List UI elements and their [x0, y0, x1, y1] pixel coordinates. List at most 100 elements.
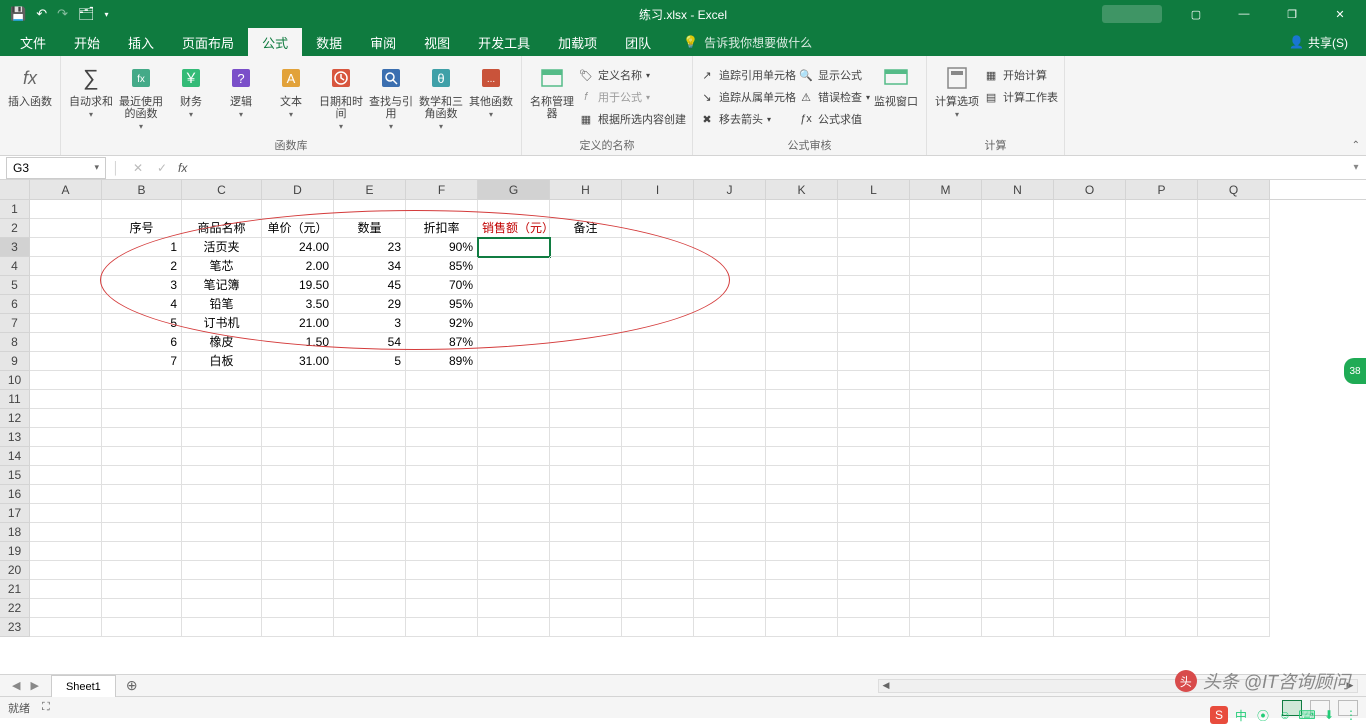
row-header-17[interactable]: 17 [0, 504, 30, 523]
cell-N9[interactable] [982, 352, 1054, 371]
cell-P19[interactable] [1126, 542, 1198, 561]
cell-C19[interactable] [182, 542, 262, 561]
cell-K17[interactable] [766, 504, 838, 523]
cell-L18[interactable] [838, 523, 910, 542]
cell-G23[interactable] [478, 618, 550, 637]
cell-N11[interactable] [982, 390, 1054, 409]
cell-H9[interactable] [550, 352, 622, 371]
cell-H3[interactable] [550, 238, 622, 257]
cell-K3[interactable] [766, 238, 838, 257]
cell-B21[interactable] [102, 580, 182, 599]
define-name-button[interactable]: 🏷定义名称▾ [578, 64, 686, 86]
tell-me-search[interactable]: 💡 告诉我你想要做什么 [683, 34, 812, 51]
cell-O10[interactable] [1054, 371, 1126, 390]
cell-H2[interactable]: 备注 [550, 219, 622, 238]
cell-N1[interactable] [982, 200, 1054, 219]
cell-C18[interactable] [182, 523, 262, 542]
cell-O14[interactable] [1054, 447, 1126, 466]
cell-D13[interactable] [262, 428, 334, 447]
cell-L12[interactable] [838, 409, 910, 428]
cell-K11[interactable] [766, 390, 838, 409]
cell-H22[interactable] [550, 599, 622, 618]
cell-K15[interactable] [766, 466, 838, 485]
cell-O5[interactable] [1054, 276, 1126, 295]
cell-P21[interactable] [1126, 580, 1198, 599]
cell-A6[interactable] [30, 295, 102, 314]
cell-F6[interactable]: 95% [406, 295, 478, 314]
cell-K6[interactable] [766, 295, 838, 314]
tab-formulas[interactable]: 公式 [248, 28, 302, 56]
cell-C14[interactable] [182, 447, 262, 466]
cell-J10[interactable] [694, 371, 766, 390]
cell-L13[interactable] [838, 428, 910, 447]
cell-B19[interactable] [102, 542, 182, 561]
cell-N2[interactable] [982, 219, 1054, 238]
cell-K8[interactable] [766, 333, 838, 352]
cell-D12[interactable] [262, 409, 334, 428]
cell-D22[interactable] [262, 599, 334, 618]
row-header-2[interactable]: 2 [0, 219, 30, 238]
tab-view[interactable]: 视图 [410, 28, 464, 56]
tray-icon-rec[interactable]: ⦿ [1254, 706, 1272, 724]
cell-E21[interactable] [334, 580, 406, 599]
cell-H20[interactable] [550, 561, 622, 580]
cell-E17[interactable] [334, 504, 406, 523]
cell-K2[interactable] [766, 219, 838, 238]
cell-A11[interactable] [30, 390, 102, 409]
cell-E13[interactable] [334, 428, 406, 447]
cell-A7[interactable] [30, 314, 102, 333]
row-header-4[interactable]: 4 [0, 257, 30, 276]
cell-K18[interactable] [766, 523, 838, 542]
cell-K12[interactable] [766, 409, 838, 428]
tab-home[interactable]: 开始 [60, 28, 114, 56]
cell-F1[interactable] [406, 200, 478, 219]
column-header-B[interactable]: B [102, 180, 182, 199]
cell-K20[interactable] [766, 561, 838, 580]
row-header-5[interactable]: 5 [0, 276, 30, 295]
name-manager-button[interactable]: 名称管理器 [528, 60, 576, 120]
cell-N20[interactable] [982, 561, 1054, 580]
cell-J6[interactable] [694, 295, 766, 314]
row-header-23[interactable]: 23 [0, 618, 30, 637]
select-all-corner[interactable] [0, 180, 30, 199]
cell-H15[interactable] [550, 466, 622, 485]
cell-C15[interactable] [182, 466, 262, 485]
cell-E19[interactable] [334, 542, 406, 561]
cell-F3[interactable]: 90% [406, 238, 478, 257]
cell-F8[interactable]: 87% [406, 333, 478, 352]
cell-F4[interactable]: 85% [406, 257, 478, 276]
cell-G19[interactable] [478, 542, 550, 561]
cell-F13[interactable] [406, 428, 478, 447]
cell-J19[interactable] [694, 542, 766, 561]
cell-P17[interactable] [1126, 504, 1198, 523]
cell-B11[interactable] [102, 390, 182, 409]
row-header-15[interactable]: 15 [0, 466, 30, 485]
cell-I3[interactable] [622, 238, 694, 257]
tab-developer[interactable]: 开发工具 [464, 28, 544, 56]
cell-M8[interactable] [910, 333, 982, 352]
cell-L1[interactable] [838, 200, 910, 219]
cell-D15[interactable] [262, 466, 334, 485]
cell-C1[interactable] [182, 200, 262, 219]
cell-I13[interactable] [622, 428, 694, 447]
cell-Q5[interactable] [1198, 276, 1270, 295]
row-header-6[interactable]: 6 [0, 295, 30, 314]
cell-A8[interactable] [30, 333, 102, 352]
cell-F2[interactable]: 折扣率 [406, 219, 478, 238]
tray-icon-s[interactable]: S [1210, 706, 1228, 724]
row-header-20[interactable]: 20 [0, 561, 30, 580]
cell-J3[interactable] [694, 238, 766, 257]
cell-J8[interactable] [694, 333, 766, 352]
cell-E22[interactable] [334, 599, 406, 618]
user-badge[interactable] [1102, 5, 1162, 23]
sheet-nav-next-icon[interactable]: ▶ [26, 679, 42, 692]
cell-B15[interactable] [102, 466, 182, 485]
cell-F19[interactable] [406, 542, 478, 561]
recent-button[interactable]: fx最近使用的函数▾ [117, 60, 165, 131]
cell-Q6[interactable] [1198, 295, 1270, 314]
cell-M22[interactable] [910, 599, 982, 618]
cell-C2[interactable]: 商品名称 [182, 219, 262, 238]
collapse-ribbon-icon[interactable]: ⌃ [1352, 140, 1360, 151]
cell-B18[interactable] [102, 523, 182, 542]
cell-Q3[interactable] [1198, 238, 1270, 257]
